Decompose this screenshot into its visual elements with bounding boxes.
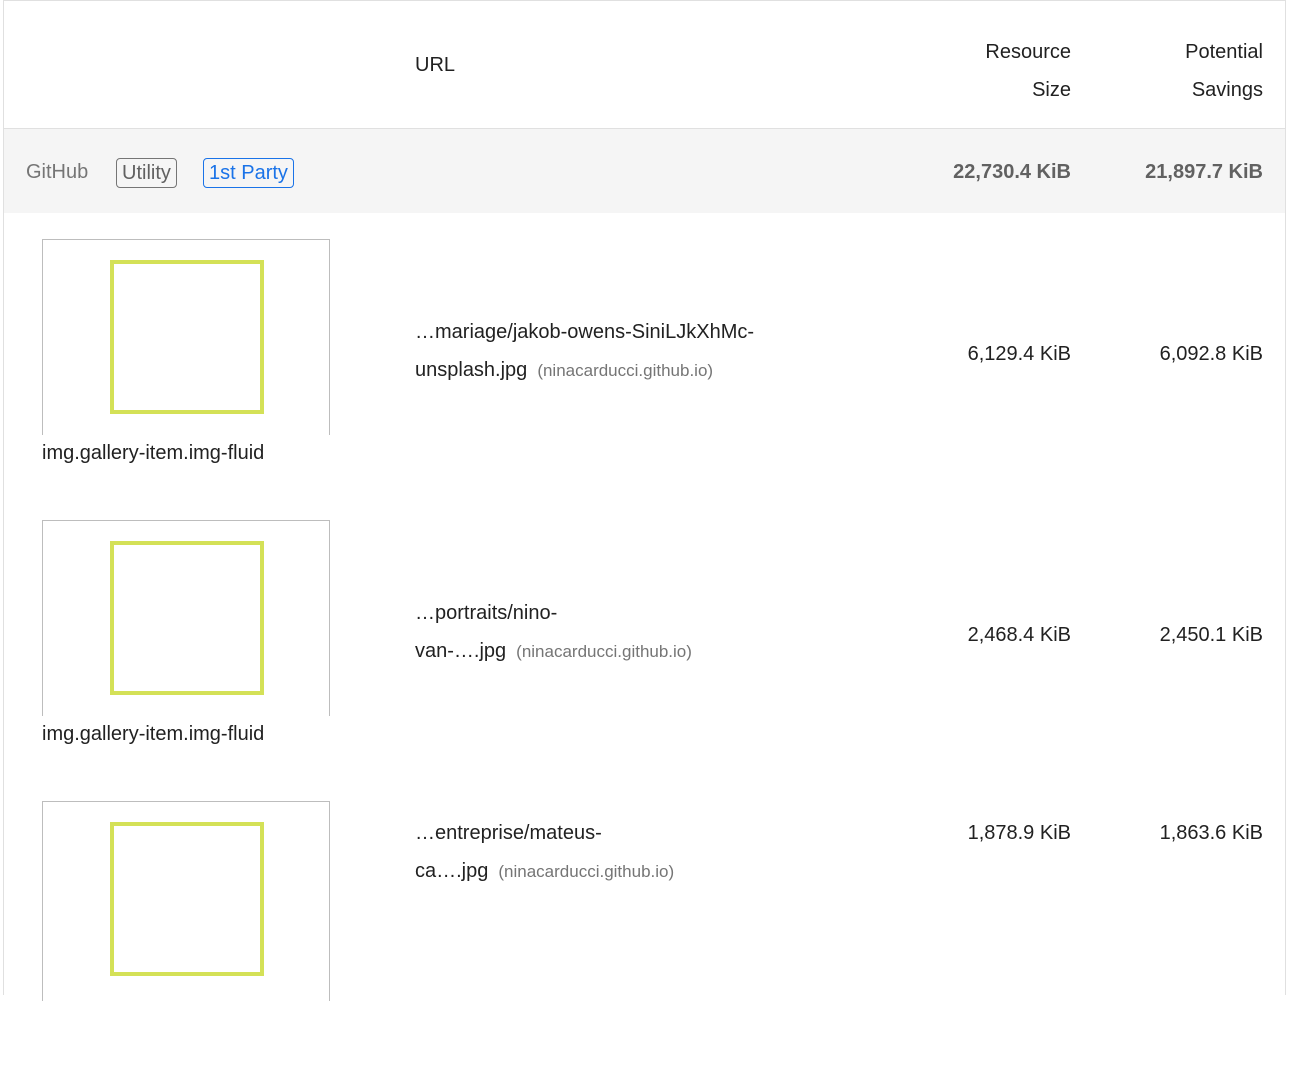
resource-url[interactable]: …mariage/jakob-owens-SiniLJkXhMc- unspla… — [415, 313, 845, 390]
image-thumbnail[interactable] — [42, 239, 330, 435]
entity-group-row: GitHub Utility 1st Party 22,730.4 KiB 21… — [4, 129, 1285, 213]
resource-url-line2: van-….jpg — [415, 640, 507, 662]
row-potential-savings: 6,092.8 KiB — [1159, 343, 1263, 365]
column-header-resource-size: Resource Size — [871, 33, 1071, 109]
column-header-potential-savings-line2: Savings — [1191, 79, 1263, 101]
column-header-potential-savings: Potential Savings — [1063, 33, 1263, 109]
table-header: URL Resource Size Potential Savings — [4, 1, 1285, 129]
resource-url[interactable]: …entreprise/mateus- ca….jpg (ninacarducci… — [415, 814, 845, 891]
row-resource-size: 1,878.9 KiB — [967, 822, 1071, 844]
row-resource-size: 2,468.4 KiB — [967, 624, 1071, 646]
table-row: img.gallery-item.img-fluid …portraits/ni… — [4, 494, 1285, 775]
row-potential-savings: 2,450.1 KiB — [1159, 624, 1263, 646]
column-header-potential-savings-line1: Potential — [1185, 41, 1263, 63]
image-placeholder-square — [110, 260, 264, 414]
image-placeholder-square — [110, 541, 264, 695]
column-header-resource-size-line2: Size — [1032, 79, 1071, 101]
resource-host: (ninacarducci.github.io) — [498, 862, 675, 881]
resource-url-line1: …entreprise/mateus- — [415, 822, 602, 844]
column-header-url: URL — [415, 54, 456, 76]
first-party-badge: 1st Party — [203, 158, 294, 188]
resource-host: (ninacarducci.github.io) — [537, 361, 714, 380]
group-potential-savings: 21,897.7 KiB — [1145, 161, 1263, 183]
image-placeholder-square — [110, 822, 264, 976]
table-row: img.gallery-item.img-fluid …mariage/jako… — [4, 213, 1285, 494]
resource-url[interactable]: …portraits/nino- van-….jpg (ninacarducci.… — [415, 594, 845, 671]
column-header-resource-size-line1: Resource — [985, 41, 1071, 63]
table-row: …entreprise/mateus- ca….jpg (ninacarducci… — [4, 787, 1285, 1068]
resource-url-line1: …mariage/jakob-owens-SiniLJkXhMc- — [415, 321, 755, 343]
resource-url-line2-wrap: ca….jpg (ninacarducci.github.io) — [415, 852, 845, 891]
utility-badge: Utility — [116, 158, 177, 188]
node-selector-label[interactable]: img.gallery-item.img-fluid — [42, 723, 264, 746]
image-thumbnail[interactable] — [42, 520, 330, 716]
resource-url-line2-wrap: van-….jpg (ninacarducci.github.io) — [415, 632, 845, 671]
row-potential-savings: 1,863.6 KiB — [1159, 822, 1263, 844]
image-thumbnail[interactable] — [42, 801, 330, 1001]
node-selector-label[interactable]: img.gallery-item.img-fluid — [42, 442, 264, 465]
resource-url-line2-wrap: unsplash.jpg (ninacarducci.github.io) — [415, 351, 845, 390]
resource-host: (ninacarducci.github.io) — [516, 642, 692, 661]
resource-url-line2: ca….jpg — [415, 860, 489, 882]
resource-url-line1: …portraits/nino- — [415, 602, 558, 624]
resource-url-line2: unsplash.jpg — [415, 359, 528, 381]
group-resource-size: 22,730.4 KiB — [953, 161, 1071, 183]
entity-name: GitHub — [26, 161, 89, 183]
opportunity-table: URL Resource Size Potential Savings GitH… — [3, 0, 1286, 1001]
row-resource-size: 6,129.4 KiB — [967, 343, 1071, 365]
